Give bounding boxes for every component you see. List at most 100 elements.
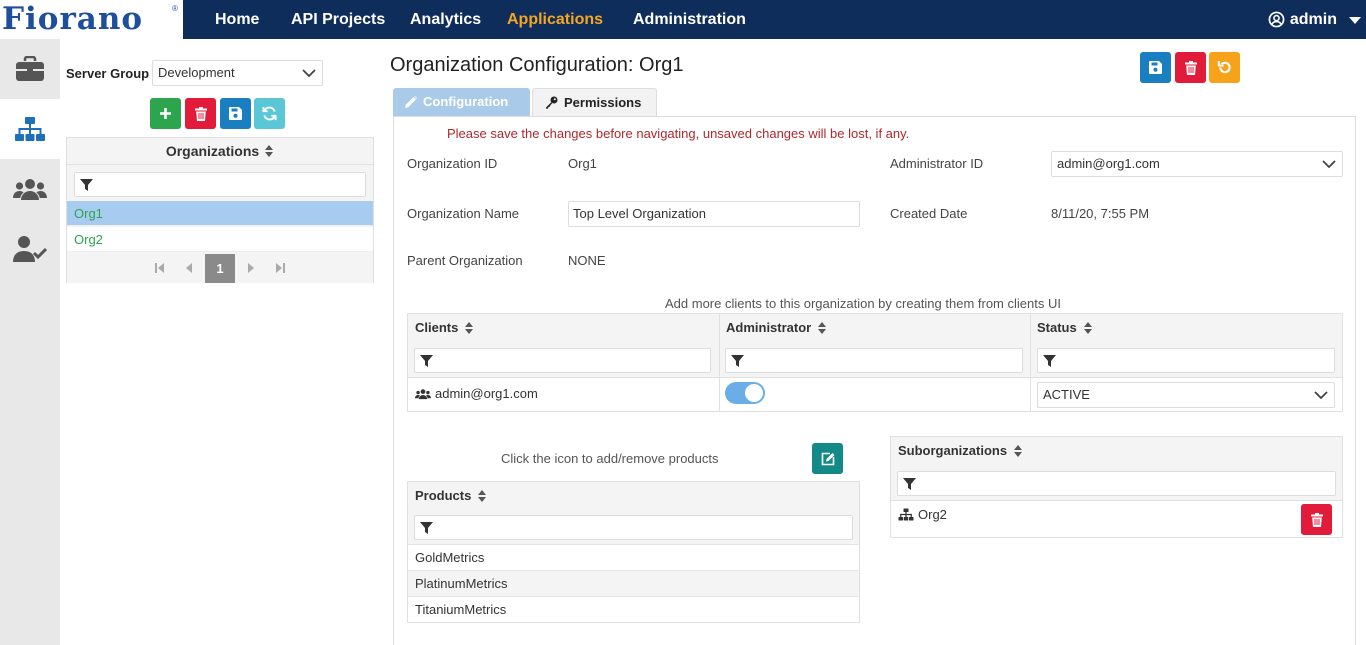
suborganizations-filter-input[interactable] <box>897 471 1336 496</box>
toggle-knob <box>745 384 763 402</box>
column-divider <box>719 378 720 411</box>
organization-row[interactable]: Org1 <box>67 201 373 226</box>
parent-org-value: NONE <box>568 253 606 268</box>
administrator-header-label: Administrator <box>726 320 812 335</box>
tab-configuration[interactable]: Configuration <box>393 88 530 116</box>
caret-down-icon <box>1349 16 1361 24</box>
edit-products-button[interactable] <box>812 443 843 474</box>
status-column-header[interactable]: Status <box>1030 314 1342 341</box>
undo-button[interactable] <box>1209 52 1240 83</box>
rail-item-groups[interactable] <box>0 159 60 219</box>
nav-applications[interactable]: Applications <box>507 0 603 39</box>
side-rail <box>0 39 60 645</box>
logo[interactable]: Fiorano ® <box>0 0 183 39</box>
filter-icon <box>903 478 916 490</box>
current-page[interactable]: 1 <box>205 254 235 283</box>
top-navbar: Fiorano ® Home API Projects Analytics Ap… <box>0 0 1366 39</box>
suborganization-name: Org2 <box>918 507 947 522</box>
org-name-input[interactable]: Top Level Organization <box>568 201 860 227</box>
client-cell: admin@org1.com <box>415 386 538 401</box>
page-title: Organization Configuration: Org1 <box>390 54 684 76</box>
user-name: admin <box>1289 10 1337 28</box>
delete-button[interactable] <box>1175 52 1206 83</box>
created-date-label: Created Date <box>890 206 968 221</box>
products-filter-input[interactable] <box>414 515 853 540</box>
briefcase-icon <box>16 56 44 81</box>
rail-item-organizations[interactable] <box>0 99 60 159</box>
delete-organization-button[interactable] <box>185 98 216 129</box>
trash-icon <box>1310 512 1323 527</box>
logo-text: Fiorano <box>2 1 144 37</box>
nav-api-projects[interactable]: API Projects <box>291 0 385 39</box>
last-page-button[interactable] <box>266 254 294 282</box>
organizations-pager: 1 <box>67 252 373 283</box>
trash-icon <box>1184 60 1197 75</box>
users-icon <box>415 388 431 399</box>
add-organization-button[interactable] <box>150 98 181 129</box>
key-icon <box>546 96 558 109</box>
suborganizations-column-header[interactable]: Suborganizations <box>891 437 1342 464</box>
save-organizations-button[interactable] <box>220 98 251 129</box>
user-circle-icon <box>1268 11 1285 28</box>
tab-permissions[interactable]: Permissions <box>532 88 657 116</box>
chevron-down-icon <box>1314 391 1328 400</box>
save-button[interactable] <box>1140 52 1171 83</box>
status-filter-input[interactable] <box>1037 348 1335 373</box>
client-name: admin@org1.com <box>435 386 538 401</box>
plus-icon <box>160 108 171 119</box>
admin-id-select[interactable]: admin@org1.com <box>1051 151 1343 177</box>
server-group-select[interactable]: Development <box>152 60 323 86</box>
prev-page-icon <box>186 263 192 273</box>
filter-icon <box>420 355 433 367</box>
nav-analytics[interactable]: Analytics <box>410 0 481 39</box>
organization-row[interactable]: Org2 <box>67 227 373 252</box>
list-item[interactable]: PlatinumMetrics <box>408 570 859 596</box>
tab-configuration-label: Configuration <box>423 94 509 109</box>
remove-suborganization-button[interactable] <box>1301 504 1332 535</box>
table-row[interactable]: Org2 <box>891 500 1342 537</box>
save-icon <box>229 107 242 120</box>
nav-home[interactable]: Home <box>215 0 259 39</box>
prev-page-button[interactable] <box>175 254 203 282</box>
administrator-filter-input[interactable] <box>725 348 1023 373</box>
organizations-grid: Organizations Org1 Org2 1 <box>66 137 374 283</box>
undo-icon <box>1217 60 1231 74</box>
administrator-column-header[interactable]: Administrator <box>719 314 1030 341</box>
refresh-icon <box>262 106 277 121</box>
rail-item-user-access[interactable] <box>0 219 60 279</box>
unsaved-warning: Please save the changes before navigatin… <box>447 126 910 141</box>
products-column-header[interactable]: Products <box>408 482 859 509</box>
list-item[interactable]: TitaniumMetrics <box>408 596 859 622</box>
user-menu[interactable]: admin <box>1268 0 1362 39</box>
administrator-toggle[interactable] <box>725 382 765 404</box>
server-group-value: Development <box>158 65 235 80</box>
refresh-organizations-button[interactable] <box>254 98 285 129</box>
organizations-filter-input[interactable] <box>74 172 366 197</box>
organizations-header[interactable]: Organizations <box>67 138 373 165</box>
list-item[interactable]: GoldMetrics <box>408 544 859 570</box>
table-row[interactable]: admin@org1.com ACTIVE <box>408 378 1342 411</box>
admin-id-label: Administrator ID <box>890 156 984 171</box>
sitemap-icon <box>898 508 914 521</box>
clients-column-header[interactable]: Clients <box>408 314 719 341</box>
next-page-icon <box>248 263 254 273</box>
products-header-label: Products <box>415 488 472 503</box>
next-page-button[interactable] <box>237 254 265 282</box>
sort-icon <box>1083 321 1092 334</box>
chevron-down-icon <box>1322 160 1336 169</box>
admin-id-value: admin@org1.com <box>1057 156 1160 171</box>
trash-icon <box>194 106 207 121</box>
nav-administration[interactable]: Administration <box>633 0 746 39</box>
server-group-label: Server Group <box>66 66 150 81</box>
sort-icon <box>818 321 827 334</box>
rail-item-briefcase[interactable] <box>0 39 60 99</box>
sitemap-icon <box>15 117 45 141</box>
parent-org-label: Parent Organization <box>407 253 523 268</box>
org-id-label: Organization ID <box>407 156 498 171</box>
status-select[interactable]: ACTIVE <box>1037 382 1335 408</box>
created-date-value: 8/11/20, 7:55 PM <box>1051 206 1150 221</box>
status-header-label: Status <box>1037 320 1077 335</box>
clients-filter-input[interactable] <box>414 348 711 373</box>
status-value: ACTIVE <box>1043 387 1090 402</box>
first-page-button[interactable] <box>146 254 174 282</box>
